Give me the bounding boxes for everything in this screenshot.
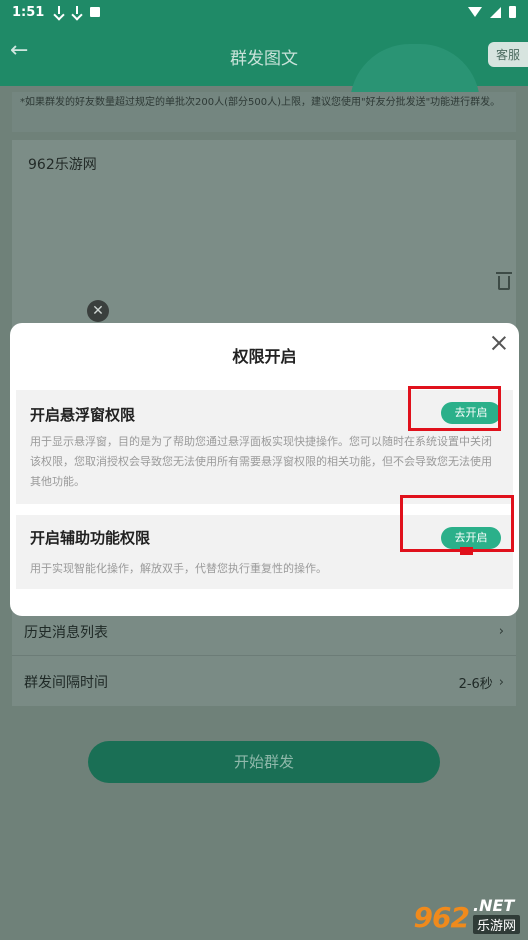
page-title: 群发图文 — [230, 49, 298, 69]
start-broadcast-button[interactable]: 开始群发 — [88, 741, 440, 783]
limit-tip: *如果群发的好友数量超过规定的单批次200人(部分500人)上限，建议您使用"好… — [12, 92, 516, 132]
annotation-box — [408, 386, 501, 431]
signal-icon — [490, 6, 501, 18]
watermark-logo: 962 — [413, 901, 470, 934]
settings-list: 历史消息列表 › 群发间隔时间 2-6秒 › — [12, 608, 516, 706]
watermark-text: 乐游网 — [472, 915, 520, 934]
send-interval-label: 群发间隔时间 — [24, 675, 108, 691]
download-icon — [54, 6, 64, 18]
history-messages-label: 历史消息列表 — [24, 624, 108, 641]
chevron-right-icon: › — [498, 674, 504, 690]
trash-icon[interactable] — [496, 272, 512, 290]
annotation-marker — [460, 547, 473, 555]
battery-icon — [509, 6, 516, 18]
message-content[interactable]: 962乐游网 — [28, 154, 97, 174]
send-interval-value: 2-6秒 — [458, 676, 493, 692]
annotation-box — [400, 495, 514, 552]
status-time: 1:51 — [12, 4, 45, 20]
remove-image-icon[interactable]: ✕ — [87, 300, 109, 322]
permission-description: 用于实现智能化操作，解放双手，代替您执行重复性的操作。 — [30, 562, 327, 575]
chevron-right-icon: › — [498, 624, 504, 639]
permission-title: 开启辅助功能权限 — [30, 529, 151, 547]
app-header: ← 群发图文 客服 — [0, 24, 528, 124]
watermark-net: .NET — [472, 896, 515, 915]
customer-service-button[interactable]: 客服 — [487, 42, 528, 67]
send-interval-row[interactable]: 群发间隔时间 2-6秒 › — [12, 658, 516, 706]
permission-dialog: 权限开启 开启悬浮窗权限 去开启 用于显示悬浮窗，目的是为了帮助您通过悬浮面板实… — [10, 323, 519, 616]
permission-title: 开启悬浮窗权限 — [30, 406, 136, 424]
notification-icon — [90, 7, 101, 17]
wifi-icon — [468, 7, 482, 17]
watermark: 962 .NET 乐游网 — [414, 896, 520, 934]
status-bar: 1:51 — [0, 0, 528, 24]
permission-description: 用于显示悬浮窗，目的是为了帮助您通过悬浮面板实现快捷操作。您可以随时在系统设置中… — [30, 435, 492, 488]
dialog-title: 权限开启 — [232, 347, 297, 366]
close-icon[interactable] — [491, 335, 507, 351]
download-icon — [72, 6, 82, 18]
